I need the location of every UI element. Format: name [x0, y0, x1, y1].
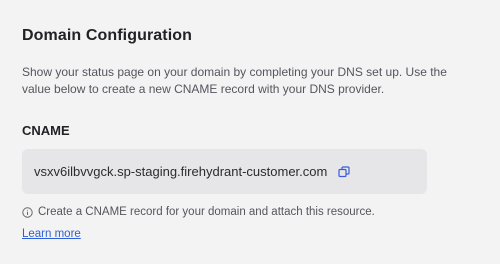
copy-icon[interactable]	[337, 165, 351, 179]
hint: Create a CNAME record for your domain an…	[22, 206, 375, 218]
cname-value-box: vsxv6ilbvvgck.sp-staging.firehydrant-cus…	[22, 149, 427, 194]
info-icon	[22, 206, 33, 218]
hint-text: Create a CNAME record for your domain an…	[38, 206, 375, 218]
section-description: Show your status page on your domain by …	[22, 65, 447, 96]
learn-more-link[interactable]: Learn more	[22, 228, 81, 240]
section-title: Domain Configuration	[22, 27, 192, 44]
domain-configuration-panel: Domain Configuration Show your status pa…	[0, 0, 500, 264]
cname-label: CNAME	[22, 123, 70, 138]
cname-value[interactable]: vsxv6ilbvvgck.sp-staging.firehydrant-cus…	[34, 164, 327, 179]
